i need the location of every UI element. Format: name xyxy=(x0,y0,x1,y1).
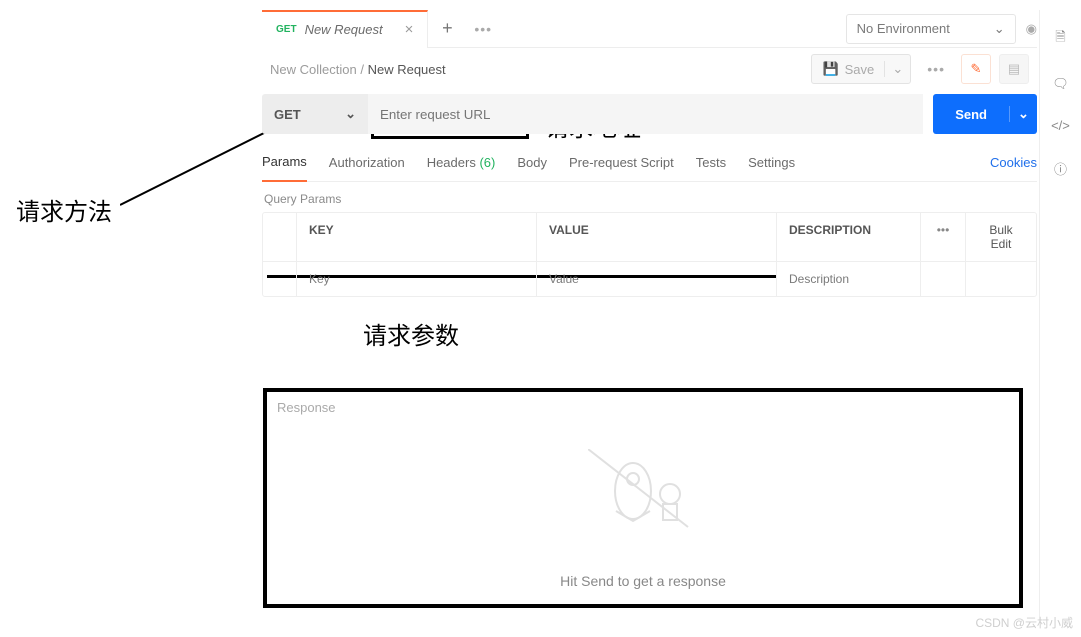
info-icon[interactable]: ⓘ xyxy=(1054,159,1067,178)
chevron-down-icon: ⌄ xyxy=(994,21,1005,37)
breadcrumb-current: New Request xyxy=(368,62,446,77)
environment-select[interactable]: No Environment ⌄ xyxy=(846,14,1016,44)
tab-tests[interactable]: Tests xyxy=(696,155,726,170)
tab-params[interactable]: Params xyxy=(262,144,307,182)
rocket-illustration-icon xyxy=(588,449,698,539)
chevron-down-icon[interactable]: ⌄ xyxy=(1009,106,1037,122)
send-button[interactable]: Send ⌄ xyxy=(933,94,1037,134)
request-tab[interactable]: GET New Request × xyxy=(262,10,428,48)
tab-headers[interactable]: Headers (6) xyxy=(427,155,496,170)
comments-icon[interactable]: 🗨 xyxy=(1052,76,1069,92)
chevron-down-icon[interactable]: ⌄ xyxy=(884,61,910,77)
query-params-table: KEY VALUE DESCRIPTION ••• Bulk Edit Key … xyxy=(262,212,1037,297)
tab-pre-request-script[interactable]: Pre-request Script xyxy=(569,155,674,170)
side-rail: 🗎 🗨 </> ⓘ xyxy=(1039,10,1081,620)
new-tab-button[interactable]: + xyxy=(428,18,466,39)
request-subtabs: Params Authorization Headers (6) Body Pr… xyxy=(262,144,1037,182)
method-select[interactable]: GET ⌄ xyxy=(262,94,368,134)
tab-authorization[interactable]: Authorization xyxy=(329,155,405,170)
col-key: KEY xyxy=(297,213,537,261)
table-row[interactable]: Key Value Description xyxy=(263,262,1036,296)
col-description: DESCRIPTION xyxy=(777,213,920,261)
close-icon[interactable]: × xyxy=(405,21,414,38)
response-placeholder: Hit Send to get a response xyxy=(267,573,1019,589)
col-value: VALUE xyxy=(537,213,777,261)
comment-icon[interactable]: ▤ xyxy=(999,54,1029,84)
breadcrumb-collection[interactable]: New Collection xyxy=(270,62,357,77)
cookies-link[interactable]: Cookies xyxy=(990,155,1037,170)
tab-body[interactable]: Body xyxy=(517,155,547,170)
bulk-edit-link[interactable]: Bulk Edit xyxy=(966,213,1036,261)
edit-icon[interactable]: ✎ xyxy=(961,54,991,84)
key-input[interactable]: Key xyxy=(297,262,537,296)
breadcrumb: New Collection / New Request xyxy=(270,62,446,77)
eye-icon[interactable]: ◉ xyxy=(1026,21,1037,37)
tab-title: New Request xyxy=(305,22,383,37)
annotation-params: 请求参数 xyxy=(363,316,459,351)
docs-icon[interactable]: 🗎 xyxy=(1055,28,1065,50)
tab-settings[interactable]: Settings xyxy=(748,155,795,170)
headers-count: (6) xyxy=(479,155,495,170)
annotation-method: 请求方法 xyxy=(16,192,112,227)
save-button[interactable]: 💾Save ⌄ xyxy=(811,54,911,84)
method-value: GET xyxy=(274,107,301,122)
save-icon: 💾 xyxy=(822,61,838,77)
value-input[interactable]: Value xyxy=(537,262,777,296)
code-icon[interactable]: </> xyxy=(1051,118,1070,133)
tab-more-icon[interactable]: ••• xyxy=(466,21,500,37)
more-icon[interactable]: ••• xyxy=(919,61,953,77)
environment-label: No Environment xyxy=(857,21,950,36)
response-title: Response xyxy=(267,392,1019,423)
tab-bar: GET New Request × + ••• No Environment ⌄… xyxy=(262,10,1037,48)
chevron-down-icon: ⌄ xyxy=(345,106,356,122)
watermark: CSDN @云村小威 xyxy=(975,614,1073,631)
query-params-label: Query Params xyxy=(264,192,1037,206)
more-icon[interactable]: ••• xyxy=(920,213,966,261)
description-input[interactable]: Description xyxy=(777,262,920,296)
url-input[interactable] xyxy=(368,94,923,134)
response-panel: Response Hit Send to get a response xyxy=(263,388,1023,608)
tab-method: GET xyxy=(276,24,297,35)
